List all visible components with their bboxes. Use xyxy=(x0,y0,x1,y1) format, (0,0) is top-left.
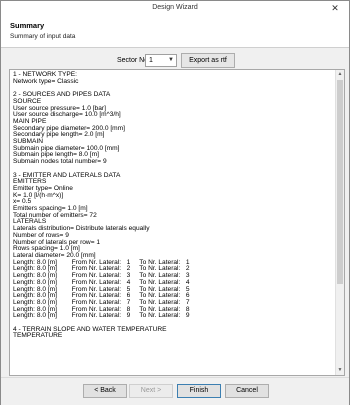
report-line: Length: 8.0 [m] From Nr. Lateral: 9 To N… xyxy=(13,312,190,320)
report-line: K= 1.0 [l/(h·m^x)] xyxy=(13,191,64,199)
scroll-down-icon[interactable]: ▼ xyxy=(336,366,344,375)
report-line: 2 - SOURCES AND PIPES DATA xyxy=(13,91,111,99)
export-rtf-button[interactable]: Export as rtf xyxy=(181,53,235,68)
design-wizard-window: Design Wizard ✕ Summary Summary of input… xyxy=(0,0,350,405)
report-line: Submain nodes total number= 9 xyxy=(13,158,107,166)
close-icon[interactable]: ✕ xyxy=(324,2,346,14)
report-scrollbar[interactable]: ▲ ▼ xyxy=(335,70,344,375)
report-line: Total number of emitters= 72 xyxy=(13,211,97,219)
wizard-footer: < Back Next > Finish Cancel xyxy=(1,377,349,405)
report-line: 3 - EMITTER AND LATERALS DATA xyxy=(13,171,121,179)
title-bar: Design Wizard ✕ xyxy=(1,1,349,16)
page-subtitle: Summary of input data xyxy=(10,33,76,40)
report-line: Secondary pipe length= 2.0 [m] xyxy=(13,131,105,139)
summary-report-text: 1 - NETWORK TYPE: Network type= Classic 2… xyxy=(13,71,331,340)
window-title: Design Wizard xyxy=(152,4,198,11)
report-line: TEMPERATURE xyxy=(13,332,63,340)
sector-select[interactable]: 1 ▼ xyxy=(145,54,177,67)
summary-toolbar: Sector No. 1 ▼ Export as rtf xyxy=(1,53,349,69)
page-title: Summary xyxy=(10,21,45,30)
report-line: Network type= Classic xyxy=(13,77,79,85)
report-line: User source discharge= 10.0 [m^3/h] xyxy=(13,111,121,119)
chevron-down-icon: ▼ xyxy=(168,57,174,63)
next-button[interactable]: Next > xyxy=(129,384,173,398)
finish-button[interactable]: Finish xyxy=(177,384,221,398)
cancel-button[interactable]: Cancel xyxy=(225,384,269,398)
scroll-up-icon[interactable]: ▲ xyxy=(336,70,344,79)
wizard-header: Summary Summary of input data xyxy=(1,16,349,48)
scrollbar-thumb[interactable] xyxy=(337,80,343,284)
back-button[interactable]: < Back xyxy=(83,384,127,398)
summary-report-box[interactable]: 1 - NETWORK TYPE: Network type= Classic 2… xyxy=(9,69,345,376)
sector-select-value: 1 xyxy=(149,57,153,64)
